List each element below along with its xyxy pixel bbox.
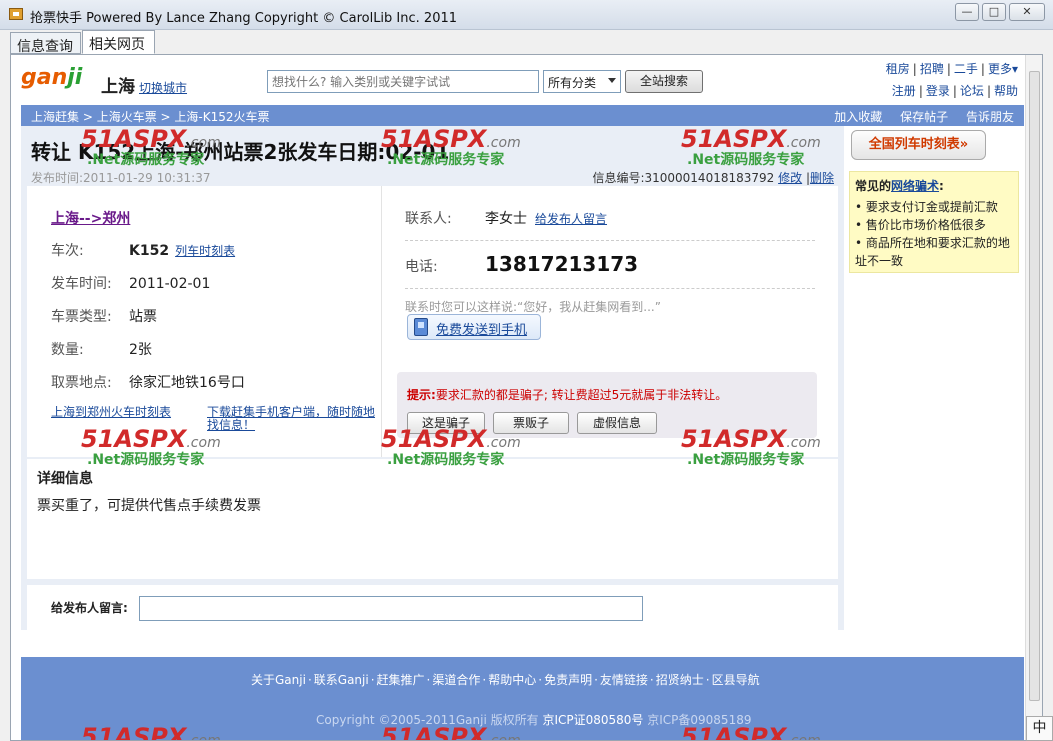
ime-indicator[interactable]: 中 <box>1026 716 1053 741</box>
web-page: ganji 上海 切换城市 所有分类 全站搜索 租房|招聘|二手|更多▾ 注册|… <box>10 54 1043 741</box>
sidebar: 全国列车时刻表» 常见的网络骗术: 要求支付订金或提前汇款 售价比市场价格低很多… <box>849 126 1024 326</box>
category-select[interactable]: 所有分类 <box>543 70 621 93</box>
app-icon <box>9 8 23 20</box>
message-section: 给发布人留言: <box>27 585 838 630</box>
download-client-link[interactable]: 下载赶集手机客户端，随时随地找信息！ <box>207 406 377 432</box>
add-favorite-link[interactable]: 加入收藏 <box>834 110 882 124</box>
chevron-down-icon <box>608 78 616 83</box>
nav-more[interactable]: 更多▾ <box>988 62 1018 76</box>
contact-phone: 电话: 13817213173 <box>405 252 639 276</box>
report-fake-button[interactable]: 虚假信息 <box>577 412 657 434</box>
online-scam-link[interactable]: 网络骗术 <box>891 179 939 193</box>
edit-link[interactable]: 修改 <box>778 171 802 185</box>
list-item: 售价比市场价格低很多 <box>855 216 1013 234</box>
field-ticket-type: 车票类型: 站票 <box>51 309 157 325</box>
post-main: 转让 K152上海-郑州站票2张发车日期:02-01 发布时间:2011-01-… <box>21 126 844 630</box>
contact-hint: 联系时您可以这样说:“您好，我从赶集网看到...” <box>405 300 661 314</box>
detail-text: 票买重了，可提供代售点手续费发票 <box>37 498 261 514</box>
register-link[interactable]: 注册 <box>892 84 916 98</box>
field-train-no: 车次: K152 列车时刻表 <box>51 243 236 259</box>
nav-secondhand[interactable]: 二手 <box>954 62 978 76</box>
ticket-info-column: 上海-->郑州 车次: K152 列车时刻表 发车时间: 2011-02-01 车票类… <box>27 186 382 457</box>
window-title: 抢票快手 Powered By Lance Zhang Copyright © … <box>30 11 458 26</box>
help-link[interactable]: 帮助 <box>994 84 1018 98</box>
scam-tips-box: 常见的网络骗术: 要求支付订金或提前汇款 售价比市场价格低很多 商品所在地和要求… <box>849 171 1019 273</box>
top-nav-links: 租房 | 招聘 | 二手 | 更多▾ <box>885 62 1018 76</box>
forum-link[interactable]: 论坛 <box>960 84 984 98</box>
breadcrumb-shanghai[interactable]: 上海赶集 <box>31 110 79 124</box>
account-links: 注册 | 登录 | 论坛 | 帮助 <box>891 84 1018 98</box>
post-title: 转让 K152上海-郑州站票2张发车日期:02-01 <box>31 140 450 164</box>
footer-link-jobs[interactable]: 招贤纳士 <box>656 673 704 687</box>
footer-link-disclaimer[interactable]: 免责声明 <box>544 673 592 687</box>
message-input[interactable] <box>139 596 643 621</box>
tell-friend-link[interactable]: 告诉朋友 <box>966 110 1014 124</box>
minimize-button[interactable]: — <box>955 3 979 21</box>
report-scalper-button[interactable]: 票贩子 <box>493 412 569 434</box>
field-quantity: 数量: 2张 <box>51 342 152 358</box>
leave-message-link[interactable]: 给发布人留言 <box>535 212 607 226</box>
report-scam-button[interactable]: 这是骗子 <box>407 412 485 434</box>
nav-jobs[interactable]: 招聘 <box>920 62 944 76</box>
send-to-phone-button[interactable]: 免费发送到手机 <box>407 314 541 340</box>
ganji-logo[interactable]: ganji <box>21 65 82 90</box>
current-city: 上海 <box>101 77 135 97</box>
switch-city-link[interactable]: 切换城市 <box>139 79 187 96</box>
route-link[interactable]: 上海-->郑州 <box>51 208 130 228</box>
detail-section: 票买重了，可提供代售点手续费发票 <box>27 459 838 579</box>
footer-link-promo[interactable]: 赶集推广 <box>377 673 425 687</box>
tab-related-pages[interactable]: 相关网页 <box>82 30 155 54</box>
window-titlebar: 抢票快手 Powered By Lance Zhang Copyright © … <box>0 0 1053 30</box>
breadcrumb: 上海赶集 > 上海火车票 > 上海-K152火车票 加入收藏 保存帖子 告诉朋友 <box>21 105 1024 126</box>
mobile-phone-icon <box>414 318 428 336</box>
footer-link-about[interactable]: 关于Ganji <box>251 673 306 687</box>
delete-link[interactable]: 删除 <box>810 171 834 185</box>
icp-license-link[interactable]: 京ICP证080580号 <box>542 713 643 727</box>
save-post-link[interactable]: 保存帖子 <box>900 110 948 124</box>
field-pickup-location: 取票地点: 徐家汇地铁16号口 <box>51 375 245 391</box>
scam-tips-title: 常见的网络骗术: <box>855 179 944 193</box>
train-schedule-link[interactable]: 上海到郑州火车时刻表 <box>51 406 181 419</box>
contact-person: 联系人: 李女士 给发布人留言 <box>405 211 608 227</box>
vertical-scrollbar[interactable] <box>1025 55 1042 740</box>
divider <box>405 240 815 241</box>
footer-link-help[interactable]: 帮助中心 <box>488 673 536 687</box>
footer-link-districts[interactable]: 区县导航 <box>712 673 760 687</box>
footer-links: 关于Ganji · 联系Ganji · 赶集推广 · 渠道合作 · 帮助中心 · 免责声明 · 友情链接… <box>251 673 760 687</box>
page-footer: 关于Ganji · 联系Ganji · 赶集推广 · 渠道合作 · 帮助中心 · 免责声明 · 友情链接… <box>21 657 1024 740</box>
timetable-link[interactable]: 列车时刻表 <box>175 244 235 258</box>
divider <box>405 288 815 289</box>
tab-info-query[interactable]: 信息查询 <box>10 32 81 55</box>
list-item: 要求支付订金或提前汇款 <box>855 198 1013 216</box>
post-time: 发布时间:2011-01-29 10:31:37 <box>31 171 211 185</box>
info-number: 信息编号:31000014018183792 修改 |删除 <box>592 171 834 185</box>
scam-tips-list: 要求支付订金或提前汇款 售价比市场价格低很多 商品所在地和要求汇款的地址不一致 <box>855 198 1013 270</box>
breadcrumb-k152[interactable]: > 上海-K152火车票 <box>161 110 270 124</box>
detail-heading: 详细信息 <box>37 471 93 487</box>
site-search-button[interactable]: 全站搜索 <box>625 70 703 93</box>
message-label: 给发布人留言: <box>51 601 128 615</box>
breadcrumb-train-tickets[interactable]: > 上海火车票 <box>83 110 157 124</box>
footer-link-contact[interactable]: 联系Ganji <box>314 673 369 687</box>
field-depart-date: 发车时间: 2011-02-01 <box>51 276 211 292</box>
warning-box: 提示:要求汇款的都是骗子; 转让费超过5元就属于非法转让。 这是骗子 票贩子 虚… <box>397 372 817 438</box>
maximize-button[interactable]: □ <box>982 3 1006 21</box>
national-timetable-button[interactable]: 全国列车时刻表» <box>851 130 986 160</box>
list-item: 商品所在地和要求汇款的地址不一致 <box>855 234 1013 270</box>
footer-link-friends[interactable]: 友情链接 <box>600 673 648 687</box>
footer-link-channel[interactable]: 渠道合作 <box>432 673 480 687</box>
ticket-details: 上海-->郑州 车次: K152 列车时刻表 发车时间: 2011-02-01 车票类… <box>27 186 838 457</box>
search-input[interactable] <box>267 70 539 93</box>
scrollbar-thumb[interactable] <box>1029 71 1040 701</box>
nav-rent[interactable]: 租房 <box>886 62 910 76</box>
close-button[interactable]: ✕ <box>1009 3 1045 21</box>
copyright: Copyright ©2005-2011Ganji 版权所有 京ICP证0805… <box>316 713 752 727</box>
contact-column: 联系人: 李女士 给发布人留言 电话: 13817213173 联系时您可以这样说:“… <box>397 186 825 457</box>
scam-warning: 提示:要求汇款的都是骗子; 转让费超过5元就属于非法转让。 <box>407 388 728 402</box>
login-link[interactable]: 登录 <box>926 84 950 98</box>
